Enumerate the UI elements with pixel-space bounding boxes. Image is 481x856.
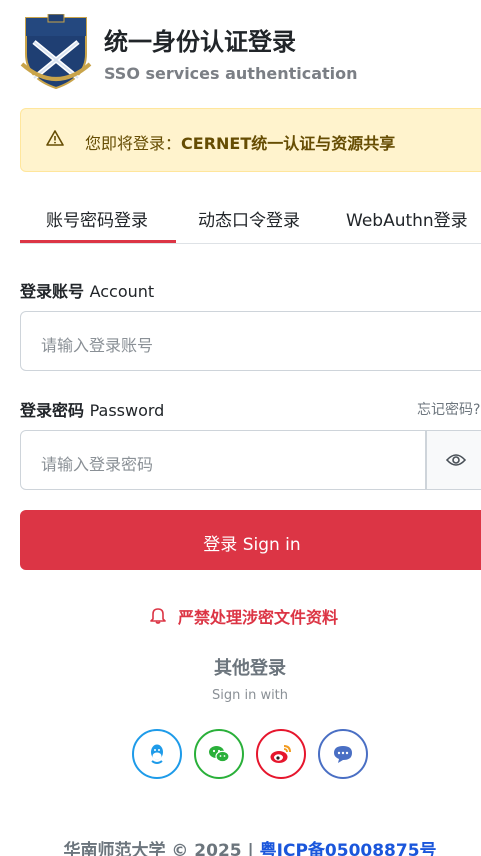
university-logo [20, 13, 92, 90]
login-button-label: 登录 Sign in [203, 535, 301, 555]
login-tabs: 账号密码登录 动态口令登录 WebAuthn登录 [20, 194, 481, 244]
alert-prefix: 您即将登录： [85, 134, 182, 153]
password-label-en: Password [89, 401, 165, 420]
wechat-login-button[interactable] [194, 729, 244, 779]
active-tab-indicator [20, 240, 176, 243]
login-target-alert: 您即将登录：CERNET统一认证与资源共享 [20, 108, 481, 172]
warning-text: 严禁处理涉密文件资料 [178, 608, 339, 627]
eye-icon [446, 454, 466, 466]
tab-dynamic-code-login[interactable]: 动态口令登录 [198, 206, 300, 231]
qq-icon [151, 744, 163, 764]
account-input[interactable]: 请输入登录账号 [20, 311, 481, 371]
password-placeholder: 请输入登录密码 [41, 455, 154, 474]
header: 统一身份认证登录 SSO services authentication [20, 12, 481, 92]
icp-link[interactable]: 粤ICP备05008875号 [260, 841, 437, 856]
password-input[interactable]: 请输入登录密码 [20, 430, 426, 490]
wechat-icon [209, 746, 230, 763]
forgot-password-link[interactable]: 忘记密码? [417, 399, 480, 419]
account-label-cn: 登录账号 [20, 282, 85, 301]
chat-login-button[interactable] [318, 729, 368, 779]
footer-text: 华南师范大学 © 2025 | [63, 841, 260, 856]
weibo-login-button[interactable] [256, 729, 306, 779]
password-label: 登录密码 Password [20, 397, 164, 421]
page-title: 统一身份认证登录 [104, 28, 296, 56]
other-login-subtitle: Sign in with [211, 688, 289, 703]
bell-icon [150, 608, 166, 624]
account-placeholder: 请输入登录账号 [41, 336, 154, 355]
tab-webauthn-login[interactable]: WebAuthn登录 [346, 206, 468, 231]
alert-text: 您即将登录：CERNET统一认证与资源共享 [85, 130, 395, 154]
tab-password-login[interactable]: 账号密码登录 [46, 206, 148, 231]
chat-icon [334, 746, 352, 763]
login-button[interactable]: 登录 Sign in [20, 510, 481, 570]
qq-login-button[interactable] [132, 729, 182, 779]
warning-triangle-icon [46, 130, 64, 146]
alert-target: CERNET统一认证与资源共享 [181, 134, 396, 153]
page-subtitle: SSO services authentication [104, 64, 358, 83]
weibo-icon [270, 745, 291, 763]
other-login-title: 其他登录 [214, 658, 286, 679]
password-label-cn: 登录密码 [20, 401, 85, 420]
footer: 华南师范大学 © 2025 | 粤ICP备05008875号 [0, 836, 481, 856]
toggle-password-visibility-button[interactable] [426, 430, 481, 490]
account-label-en: Account [89, 282, 155, 301]
account-label: 登录账号 Account [20, 278, 154, 302]
